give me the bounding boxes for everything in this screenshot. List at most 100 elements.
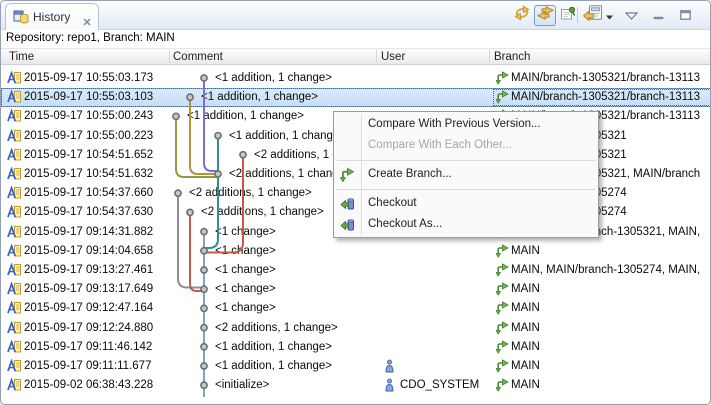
- branch-cell-focus: [492, 88, 710, 107]
- minimize-button[interactable]: [649, 5, 667, 26]
- maximize-icon: [680, 7, 691, 25]
- time-cell: 2015-09-02 06:38:43.228: [24, 379, 153, 391]
- column-header-branch[interactable]: Branch: [494, 51, 530, 63]
- comment-cell: <1 addition, 1 change>: [215, 341, 332, 353]
- table-row[interactable]: 2015-09-17 09:14:04.658<1 change>MAIN: [1, 241, 710, 260]
- comment-cell: <2 additions, 1 change>: [189, 187, 312, 199]
- time-cell: 2015-09-17 09:13:17.649: [24, 283, 153, 295]
- column-header-comment[interactable]: Comment: [173, 51, 223, 63]
- time-cell: 2015-09-17 10:54:37.630: [24, 206, 153, 218]
- column-header-user[interactable]: User: [381, 51, 405, 63]
- pin-icon: [560, 6, 576, 26]
- time-cell: 2015-09-17 10:54:51.652: [24, 149, 153, 161]
- menu-item-checkout[interactable]: Checkout: [334, 193, 598, 214]
- time-cell: 2015-09-17 09:12:47.164: [24, 302, 153, 314]
- comment-cell: <1 addition, 1 change>: [229, 130, 346, 142]
- comment-cell: <1 change>: [215, 283, 276, 295]
- focus-dropdown-button[interactable]: [604, 5, 614, 26]
- close-icon[interactable]: [83, 13, 91, 31]
- time-cell: 2015-09-17 10:55:03.103: [24, 91, 153, 103]
- column-divider[interactable]: [169, 50, 170, 63]
- commit-icon: [7, 71, 22, 85]
- table-row[interactable]: 2015-09-17 09:13:27.461 <1 change> MAIN, M…: [1, 260, 710, 279]
- focus-button[interactable]: [582, 5, 604, 26]
- time-cell: 2015-09-17 09:13:27.461: [24, 264, 153, 276]
- menu-separator: [334, 185, 598, 193]
- branch-flag-icon: [496, 379, 509, 392]
- branch-flag-icon: [496, 321, 509, 334]
- branch-flag-icon: [496, 302, 509, 315]
- comment-cell: <1 change>: [215, 245, 276, 257]
- user-icon: [385, 359, 394, 372]
- time-cell: 2015-09-17 09:12:24.880: [24, 322, 153, 334]
- branch-flag-icon: [496, 283, 509, 296]
- comment-cell: <1 change>: [215, 264, 276, 276]
- time-cell: 2015-09-17 10:55:03.173: [24, 72, 153, 84]
- history-icon: [13, 9, 29, 30]
- commit-icon: [7, 244, 22, 258]
- table-row[interactable]: 2015-09-02 06:38:43.228 <initialize> CDO_S…: [1, 376, 710, 395]
- table-row[interactable]: 2015-09-17 09:13:17.649 <1 change> MAIN: [1, 280, 710, 299]
- commit-icon: [7, 109, 22, 123]
- table-row[interactable]: 2015-09-17 10:55:03.103 <1 addition, 1 ch…: [1, 88, 710, 107]
- column-divider[interactable]: [376, 50, 377, 63]
- comment-cell: <initialize>: [215, 379, 269, 391]
- view-menu-button[interactable]: [622, 5, 640, 26]
- branch-cell: MAIN, MAIN/branch-1305274, MAIN,: [511, 264, 700, 276]
- table-row[interactable]: 2015-09-17 09:11:11.677<1 addition, 1 ch…: [1, 356, 710, 375]
- time-cell: 2015-09-17 10:55:00.223: [24, 130, 153, 142]
- branch-flag-icon: [496, 263, 509, 276]
- branch-cell: MAIN: [511, 283, 540, 295]
- column-divider[interactable]: [489, 50, 490, 63]
- link-with-selection-button[interactable]: [534, 5, 556, 26]
- comment-cell: <1 change>: [215, 302, 276, 314]
- commit-icon: [7, 186, 22, 200]
- commit-icon: [7, 225, 22, 239]
- branch-cell: MAIN: [511, 379, 540, 391]
- history-view-window: History Repository: repo1, Branch: MAIN …: [0, 0, 711, 405]
- table-row[interactable]: 2015-09-17 09:12:47.164 <1 change> MAIN: [1, 299, 710, 318]
- refresh-icon: [513, 5, 531, 26]
- tab-history[interactable]: History: [5, 3, 99, 30]
- branch-cell: MAIN: [511, 341, 540, 353]
- branch-cell: MAIN: [511, 360, 540, 372]
- comment-cell: <1 addition, 1 change>: [201, 91, 318, 103]
- commit-icon: [7, 129, 22, 143]
- commit-icon: [7, 378, 22, 392]
- pin-view-button[interactable]: [557, 5, 579, 26]
- column-header-time[interactable]: Time: [9, 51, 34, 63]
- link-arrows-icon: [537, 6, 554, 25]
- menu-item-create-branch[interactable]: Create Branch...: [334, 164, 598, 185]
- maximize-button[interactable]: [676, 5, 694, 26]
- time-cell: 2015-09-17 09:11:46.142: [24, 341, 152, 353]
- branch-icon: [340, 168, 355, 182]
- user-cell: CDO_SYSTEM: [400, 379, 479, 391]
- tab-bar: History: [1, 1, 710, 30]
- commit-icon: [7, 167, 22, 181]
- comment-cell: <1 addition, 1 change>: [187, 110, 304, 122]
- menu-separator: [334, 156, 598, 164]
- comment-cell: <2 additions, 1 change>: [215, 322, 338, 334]
- commit-icon: [7, 282, 22, 296]
- menu-item-compare-each-other[interactable]: Compare With Each Other...: [334, 135, 598, 156]
- time-cell: 2015-09-17 10:55:00.243: [24, 110, 153, 122]
- branch-cell: MAIN/branch-1305321/branch-13113: [511, 72, 700, 84]
- repository-info: Repository: repo1, Branch: MAIN: [1, 30, 710, 48]
- commit-icon: [7, 263, 22, 277]
- time-cell: 2015-09-17 10:54:51.632: [24, 168, 153, 180]
- menu-item-checkout-as[interactable]: Checkout As...: [334, 214, 598, 235]
- branch-cell: MAIN: [511, 302, 540, 314]
- focus-icon: [583, 5, 603, 26]
- table-header: Time Comment User Branch: [1, 48, 710, 65]
- commit-icon: [7, 301, 22, 315]
- time-cell: 2015-09-17 09:14:31.882: [24, 226, 153, 238]
- table-row[interactable]: 2015-09-17 09:12:24.880 <2 additions, 1 c…: [1, 318, 710, 337]
- refresh-button[interactable]: [511, 5, 533, 26]
- time-cell: 2015-09-17 10:54:37.660: [24, 187, 153, 199]
- user-icon: [385, 379, 394, 392]
- minimize-icon: [653, 7, 664, 25]
- table-row[interactable]: 2015-09-17 10:55:03.173<1 addition, 1 ch…: [1, 68, 710, 87]
- commit-icon: [7, 205, 22, 219]
- table-row[interactable]: 2015-09-17 09:11:46.142 <1 addition, 1 ch…: [1, 337, 710, 356]
- menu-item-compare-previous[interactable]: Compare With Previous Version...: [334, 114, 598, 135]
